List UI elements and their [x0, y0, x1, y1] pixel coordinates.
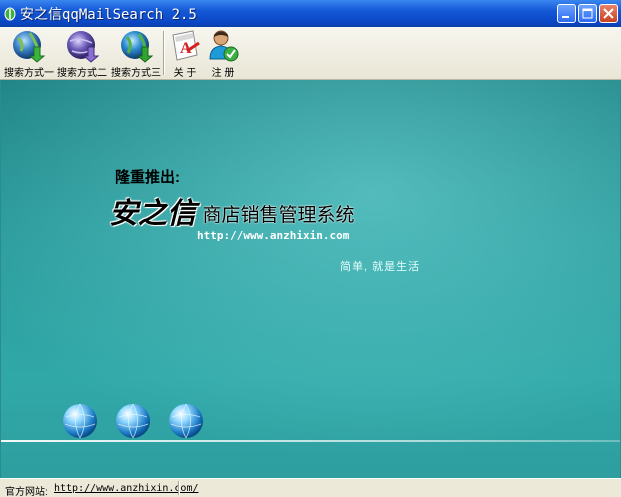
floor-line	[1, 440, 620, 442]
toolbar-item-label: 关 于	[173, 68, 197, 79]
close-icon	[603, 8, 614, 19]
toolbar-item-label: 搜索方式一	[4, 68, 54, 79]
status-bar: 官方网站: http://www.anzhixin.com/	[0, 478, 621, 497]
window-controls	[557, 4, 618, 23]
banner-url: http://www.anzhixin.com	[197, 229, 350, 242]
app-window: 安之信qqMailSearch 2.5 搜索方式一 搜索方式二 搜索方式三 A …	[0, 0, 621, 497]
about-button[interactable]: A 关 于	[168, 29, 202, 79]
product-name: 商店销售管理系统	[202, 205, 355, 226]
globe-download-icon	[67, 31, 100, 63]
maximize-button[interactable]	[578, 4, 597, 23]
toolbar-item-label: 搜索方式二	[57, 68, 107, 79]
status-divider	[178, 481, 180, 495]
toolbar-item-label: 注 册	[211, 68, 235, 79]
banner-brand-row: 安之信 商店销售管理系统	[109, 190, 354, 232]
minimize-button[interactable]	[557, 4, 576, 23]
globe-download-icon	[121, 31, 154, 63]
title-bar[interactable]: 安之信qqMailSearch 2.5	[0, 0, 621, 27]
about-book-icon: A	[172, 30, 200, 61]
app-icon	[4, 7, 16, 20]
status-website-link[interactable]: http://www.anzhixin.com/	[54, 483, 199, 494]
banner-slogan: 简单, 就是生活	[340, 261, 421, 273]
search-mode-2-button[interactable]: 搜索方式二	[57, 29, 107, 79]
main-banner: 隆重推出: 安之信 商店销售管理系统 http://www.anzhixin.c…	[1, 80, 620, 478]
decorative-globe-icon	[169, 403, 203, 439]
close-button[interactable]	[599, 4, 618, 23]
maximize-icon	[582, 8, 593, 19]
toolbar: 搜索方式一 搜索方式二 搜索方式三 A 关 于 注 册	[0, 27, 621, 80]
toolbar-item-label: 搜索方式三	[111, 68, 161, 79]
search-mode-1-button[interactable]: 搜索方式一	[4, 29, 54, 79]
globe-download-icon	[13, 31, 46, 63]
decorative-globe-icon	[63, 403, 97, 439]
toolbar-separator	[163, 31, 165, 75]
user-register-icon	[209, 30, 239, 62]
search-mode-3-button[interactable]: 搜索方式三	[111, 29, 161, 79]
window-title: 安之信qqMailSearch 2.5	[20, 6, 197, 23]
status-website-label: 官方网站:	[5, 487, 48, 497]
decorative-globe-icon	[116, 403, 150, 439]
banner-subtitle: 隆重推出:	[115, 169, 180, 186]
minimize-icon	[562, 16, 569, 18]
register-button[interactable]: 注 册	[205, 29, 241, 79]
brand-name: 安之信	[109, 196, 197, 230]
